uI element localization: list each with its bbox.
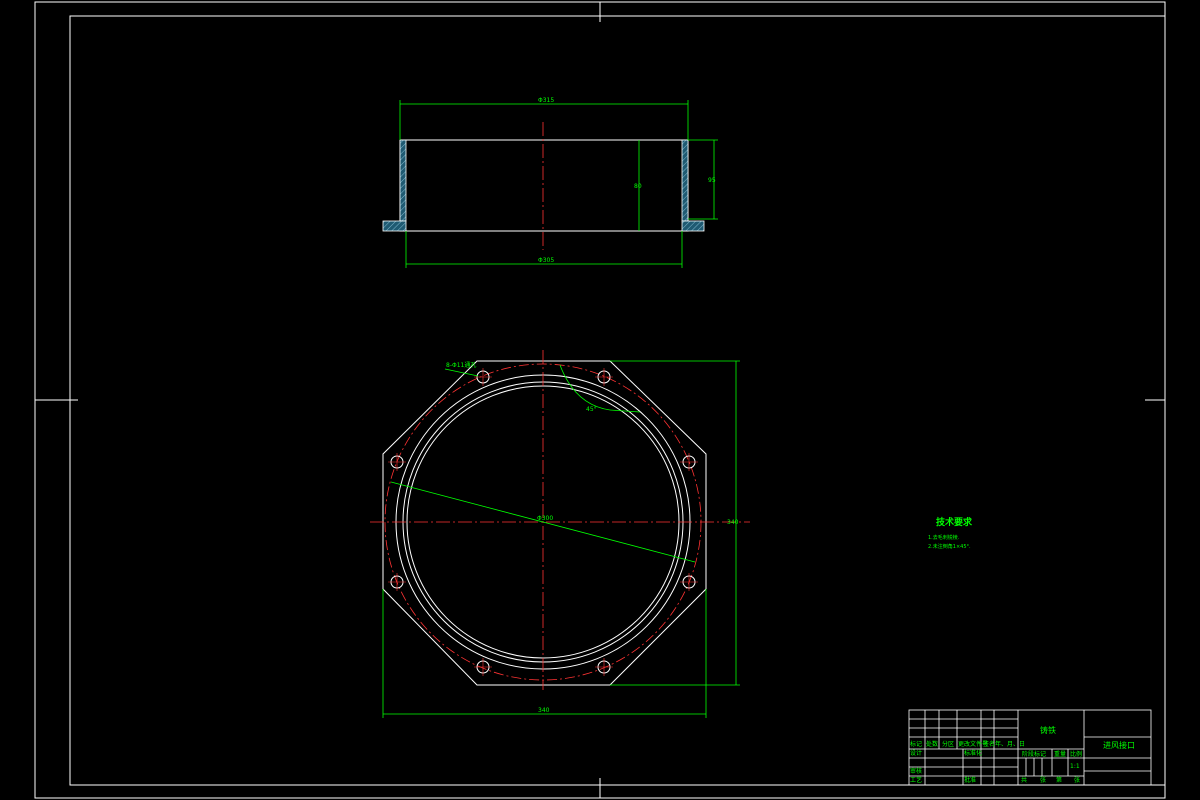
weight-label: 重量 <box>1054 750 1066 758</box>
tech-note-line: 2.未注倒角1×45°. <box>928 543 971 550</box>
review-label: 审核 <box>910 767 922 775</box>
tech-notes: 技术要求 1.去毛刺锐棱. 2.未注倒角1×45°. <box>928 516 973 550</box>
right-flange-hatch <box>681 220 705 232</box>
dim-top-diameter: Φ315 <box>538 97 554 104</box>
right-wall-hatch <box>681 139 689 222</box>
sheet-label: 共 <box>1021 776 1027 784</box>
sheet-label: 张 <box>1074 776 1080 784</box>
process-label: 工艺 <box>910 776 922 784</box>
centering-marks <box>35 2 1165 798</box>
left-flange-hatch <box>382 220 407 232</box>
approve-label: 批准 <box>964 776 976 784</box>
sheet-label: 第 <box>1056 776 1062 784</box>
dim-outer-height: 95 <box>708 177 716 184</box>
design-label: 设计 <box>910 749 922 757</box>
stage-label: 阶段标记 <box>1022 750 1046 758</box>
plan-view: 8-Φ11通孔 45° Φ300 340 340 <box>370 350 750 718</box>
standard-label: 标准化 <box>964 749 982 757</box>
title-header-label: 处数 <box>926 740 938 748</box>
cad-drawing-canvas: Φ315 Φ305 80 95 8-Φ11通孔 45° Φ300 340 340… <box>34 1 1166 799</box>
front-body-outline <box>399 139 689 232</box>
title-header-label: 分区 <box>942 740 954 748</box>
dim-width: 340 <box>538 707 550 714</box>
dim-height: 340 <box>727 519 739 526</box>
dim-inner-height: 80 <box>634 183 642 190</box>
sheet-label: 张 <box>1040 776 1046 784</box>
left-wall-hatch <box>399 139 407 222</box>
inner-border <box>69 15 1166 786</box>
title-header-label: 签名 <box>983 740 995 748</box>
scale-label: 比例 <box>1070 750 1082 758</box>
dim-diameter: Φ300 <box>537 515 553 522</box>
material-text: 铸铁 <box>1040 725 1056 735</box>
tech-notes-title: 技术要求 <box>936 516 973 528</box>
title-block: 标记 处数 分区 更改文件号 签名 年、月、日 设计 标准化 审核 工艺 批准 … <box>908 709 1152 786</box>
dim-angle: 45° <box>586 406 597 413</box>
title-header-label: 标记 <box>910 740 922 748</box>
tech-note-line: 1.去毛刺锐棱. <box>928 534 960 541</box>
scale-value: 1:1 <box>1070 763 1080 770</box>
outer-border <box>34 1 1166 799</box>
title-header-label: 年、月、日 <box>995 740 1025 748</box>
hole-callout: 8-Φ11通孔 <box>446 361 476 369</box>
front-section-view: Φ315 Φ305 80 95 <box>382 97 718 268</box>
dim-bottom-diameter: Φ305 <box>538 257 554 264</box>
part-name: 进风接口 <box>1103 740 1135 750</box>
